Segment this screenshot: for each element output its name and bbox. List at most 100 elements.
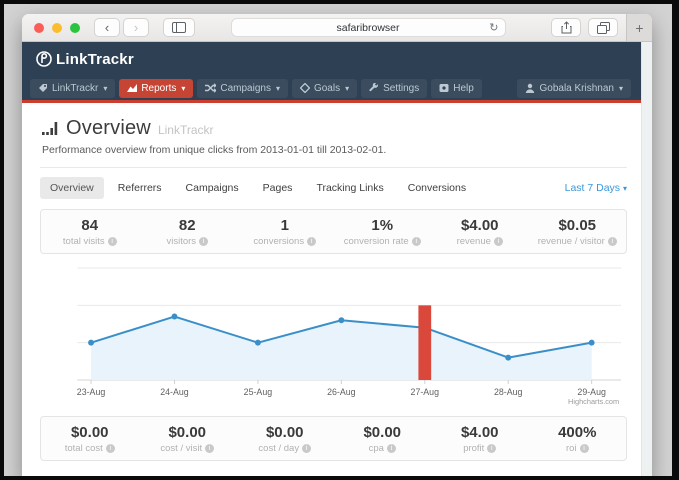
stat-value: 82: [139, 217, 237, 234]
nav-item-campaigns[interactable]: Campaigns ▾: [197, 79, 288, 98]
svg-text:29-Aug: 29-Aug: [577, 387, 605, 397]
info-icon[interactable]: i: [307, 237, 316, 246]
stat-value: 84: [41, 217, 139, 234]
stat-total-cost: $0.00 total costi: [41, 424, 139, 454]
stat-value: $4.00: [431, 424, 529, 441]
share-icon: [561, 21, 572, 34]
stat-label: revenue: [457, 236, 491, 247]
stat-cost-per-day: $0.00 cost / dayi: [236, 424, 334, 454]
shuffle-icon: [205, 83, 216, 93]
stat-label: total cost: [65, 443, 103, 454]
person-icon: [525, 83, 535, 93]
tab-overview-button[interactable]: [588, 18, 618, 37]
nav-label: Goals: [314, 83, 340, 94]
nav-item-goals[interactable]: Goals ▾: [292, 79, 357, 98]
chart-canvas: 23-Aug24-Aug25-Aug26-Aug27-Aug28-Aug29-A…: [40, 260, 627, 410]
tab-conversions[interactable]: Conversions: [398, 177, 476, 199]
stat-value: $0.00: [41, 424, 139, 441]
web-content: LinkTrackr LinkTrackr ▾ Reports: [22, 42, 652, 476]
info-icon[interactable]: i: [494, 237, 503, 246]
tab-overview[interactable]: Overview: [40, 177, 104, 199]
tab-pages[interactable]: Pages: [253, 177, 303, 199]
stat-conversions: 1 conversionsi: [236, 217, 334, 247]
svg-text:27-Aug: 27-Aug: [411, 387, 439, 397]
nav-item-reports[interactable]: Reports ▾: [119, 79, 193, 98]
stat-value: 1: [236, 217, 334, 234]
scrollbar-track[interactable]: [641, 42, 652, 476]
zoom-window-button[interactable]: [70, 23, 80, 33]
bar-chart-icon: [42, 121, 59, 136]
stat-value: $4.00: [431, 217, 529, 234]
stat-label: visitors: [166, 236, 196, 247]
stat-cpa: $0.00 cpai: [334, 424, 432, 454]
wrench-icon: [369, 83, 379, 93]
nav-label: Help: [453, 83, 474, 94]
info-icon[interactable]: i: [608, 237, 617, 246]
tab-referrers[interactable]: Referrers: [108, 177, 172, 199]
brand-logo[interactable]: LinkTrackr: [36, 51, 134, 68]
chevron-down-icon: ▾: [345, 84, 349, 93]
nav-item-linktrackr[interactable]: LinkTrackr ▾: [30, 79, 115, 98]
linktrackr-logo-icon: [36, 51, 52, 67]
chevron-down-icon: ▾: [623, 184, 627, 193]
minimize-window-button[interactable]: [52, 23, 62, 33]
window-controls: [34, 23, 80, 33]
stat-roi: 400% roii: [529, 424, 627, 454]
stat-label: cpa: [369, 443, 384, 454]
stat-label: total visits: [63, 236, 105, 247]
nav-item-help[interactable]: Help: [431, 79, 482, 98]
info-icon[interactable]: i: [205, 444, 214, 453]
info-icon[interactable]: i: [108, 237, 117, 246]
chevron-down-icon: ▾: [181, 84, 185, 93]
reload-icon[interactable]: ↻: [489, 21, 498, 34]
stat-value: $0.00: [139, 424, 237, 441]
info-icon[interactable]: i: [199, 237, 208, 246]
nav-label: LinkTrackr: [52, 83, 98, 94]
svg-text:24-Aug: 24-Aug: [160, 387, 188, 397]
main-content: Overview LinkTrackr Performance overview…: [22, 103, 641, 461]
toolbar-right-buttons: [551, 18, 618, 37]
browser-window: ‹ › safaribrowser ↻: [22, 14, 652, 476]
info-icon[interactable]: i: [580, 444, 589, 453]
date-range-dropdown[interactable]: Last 7 Days ▾: [565, 182, 627, 194]
stat-cost-per-visit: $0.00 cost / visiti: [139, 424, 237, 454]
address-text: safaribrowser: [336, 22, 399, 34]
share-button[interactable]: [551, 18, 581, 37]
close-window-button[interactable]: [34, 23, 44, 33]
info-icon[interactable]: i: [412, 237, 421, 246]
stat-label: revenue / visitor: [538, 236, 605, 247]
app-header: LinkTrackr: [22, 42, 641, 76]
stat-value: 1%: [334, 217, 432, 234]
plus-icon: +: [635, 20, 643, 36]
stat-conversion-rate: 1% conversion ratei: [334, 217, 432, 247]
nav-label: Settings: [383, 83, 419, 94]
sidebar-icon: [172, 22, 186, 33]
stat-label: cost / day: [258, 443, 299, 454]
info-icon[interactable]: i: [302, 444, 311, 453]
tag-icon: [38, 83, 48, 93]
address-bar[interactable]: safaribrowser ↻: [231, 18, 506, 37]
svg-text:23-Aug: 23-Aug: [77, 387, 105, 397]
stat-label: profit: [463, 443, 484, 454]
help-icon: [439, 83, 449, 93]
back-button[interactable]: ‹: [94, 18, 120, 37]
nav-item-settings[interactable]: Settings: [361, 79, 427, 98]
visits-chart: 23-Aug24-Aug25-Aug26-Aug27-Aug28-Aug29-A…: [40, 260, 627, 410]
new-tab-button[interactable]: +: [626, 14, 652, 41]
chevron-down-icon: ▾: [276, 84, 280, 93]
stat-total-visits: 84 total visitsi: [41, 217, 139, 247]
user-menu[interactable]: Gobala Krishnan ▾: [517, 79, 631, 98]
forward-button[interactable]: ›: [123, 18, 149, 37]
report-tabs: Overview Referrers Campaigns Pages Track…: [40, 177, 627, 199]
tab-campaigns[interactable]: Campaigns: [176, 177, 249, 199]
brand-name: LinkTrackr: [56, 51, 134, 68]
info-icon[interactable]: i: [487, 444, 496, 453]
info-icon[interactable]: i: [106, 444, 115, 453]
svg-text:26-Aug: 26-Aug: [327, 387, 355, 397]
info-icon[interactable]: i: [387, 444, 396, 453]
svg-text:25-Aug: 25-Aug: [244, 387, 272, 397]
page-title: Overview: [66, 117, 151, 140]
sidebar-toggle-button[interactable]: [163, 18, 195, 37]
tab-tracking-links[interactable]: Tracking Links: [306, 177, 393, 199]
stats-panel-bottom: $0.00 total costi $0.00 cost / visiti $0…: [40, 416, 627, 461]
